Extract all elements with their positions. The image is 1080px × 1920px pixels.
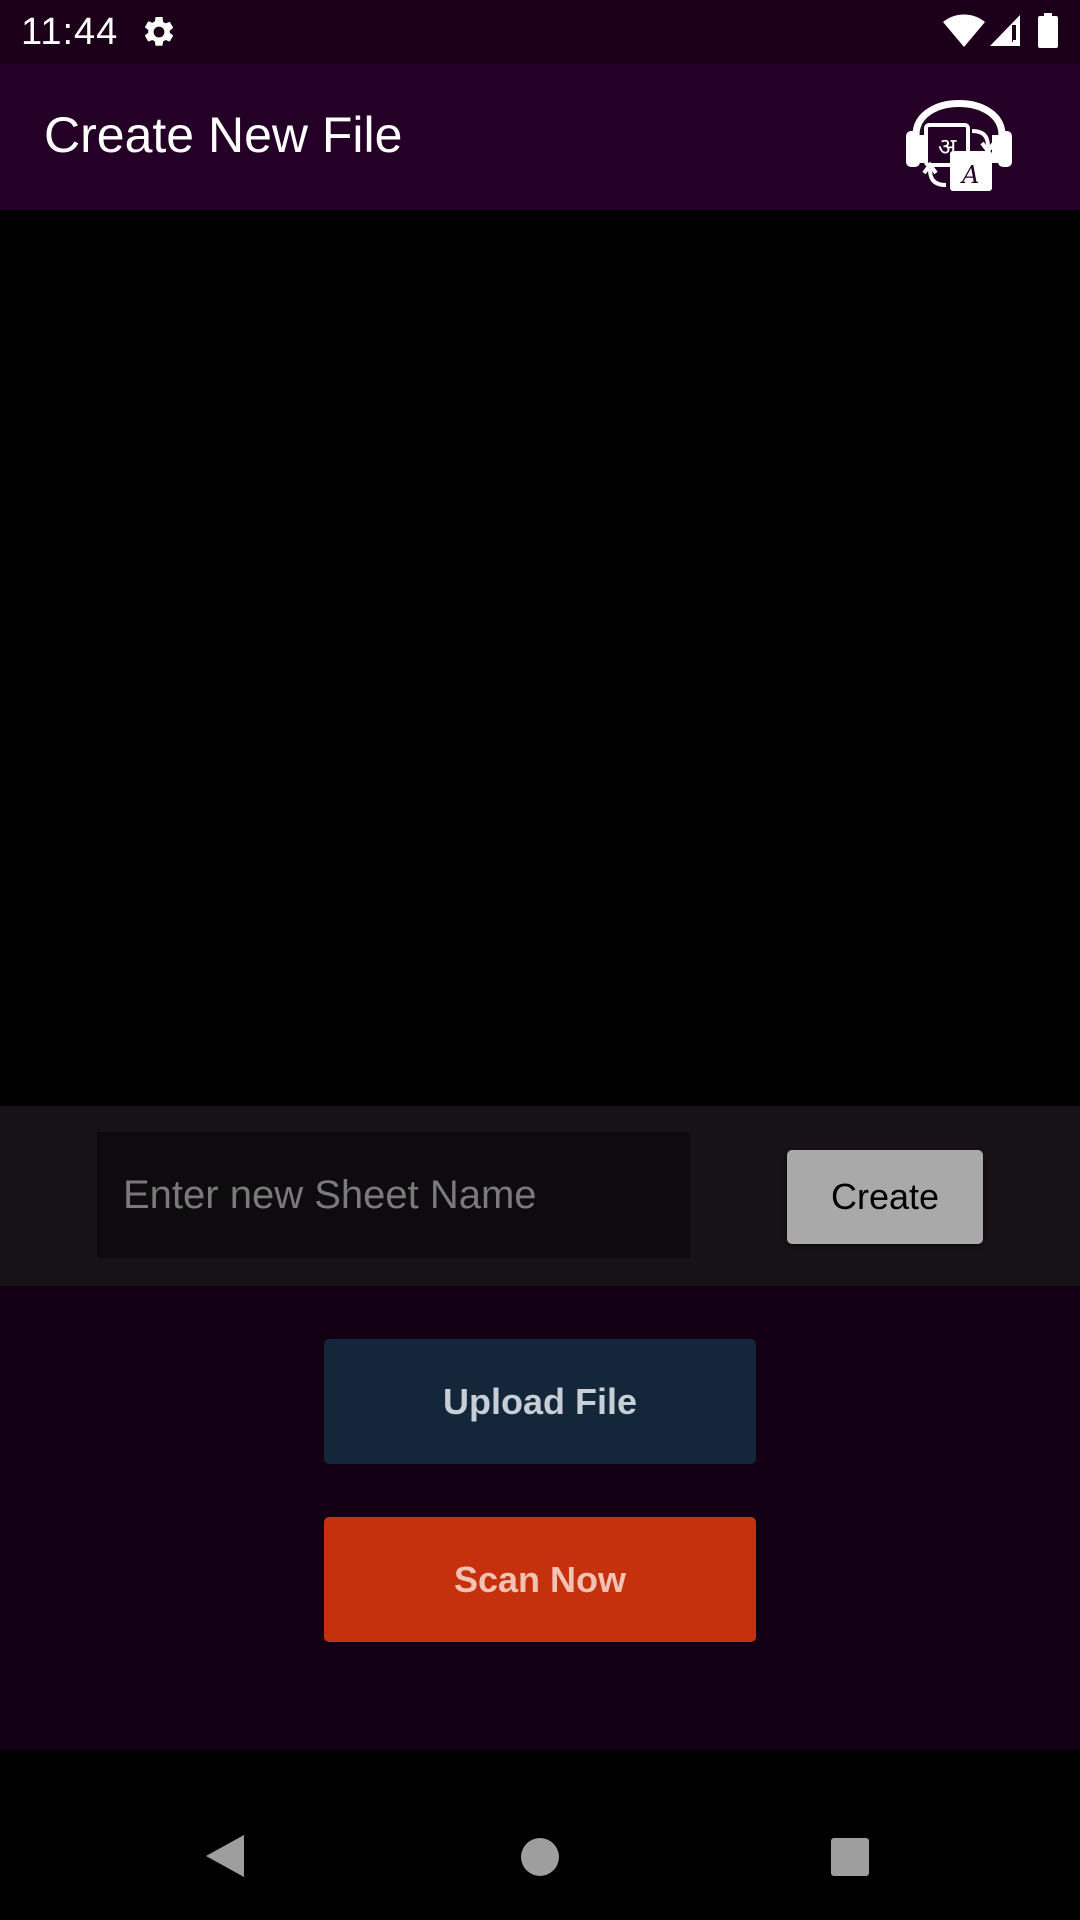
gear-icon: [144, 16, 174, 46]
svg-text:अ: अ: [938, 133, 957, 161]
signal-icon: [990, 15, 1020, 46]
home-icon[interactable]: [520, 1837, 560, 1877]
status-time: 11:44: [21, 11, 119, 53]
status-bar: 11:44: [0, 0, 1080, 63]
sheet-name-panel: Create: [0, 1106, 1080, 1286]
headphones-translate-logo: अ A: [906, 100, 1012, 191]
wifi-icon: [943, 14, 985, 47]
svg-text:A: A: [960, 161, 979, 189]
action-area: Upload File Scan Now: [0, 1286, 1080, 1750]
scan-now-button[interactable]: Scan Now: [324, 1517, 756, 1642]
battery-icon: [1038, 13, 1058, 48]
create-button[interactable]: Create: [787, 1150, 983, 1244]
screen: 11:44 Create New File अ A Enter new Shee…: [0, 0, 1080, 1920]
page-title: Create New File: [44, 107, 403, 163]
app-bar: Create New File अ A: [0, 63, 1080, 210]
back-icon[interactable]: [204, 1833, 246, 1879]
camera-preview: [0, 210, 1080, 1106]
navigation-bar: [0, 1750, 1080, 1920]
recents-icon[interactable]: [830, 1837, 870, 1877]
upload-file-button[interactable]: Upload File: [324, 1339, 756, 1464]
sheet-name-input[interactable]: [97, 1132, 690, 1258]
